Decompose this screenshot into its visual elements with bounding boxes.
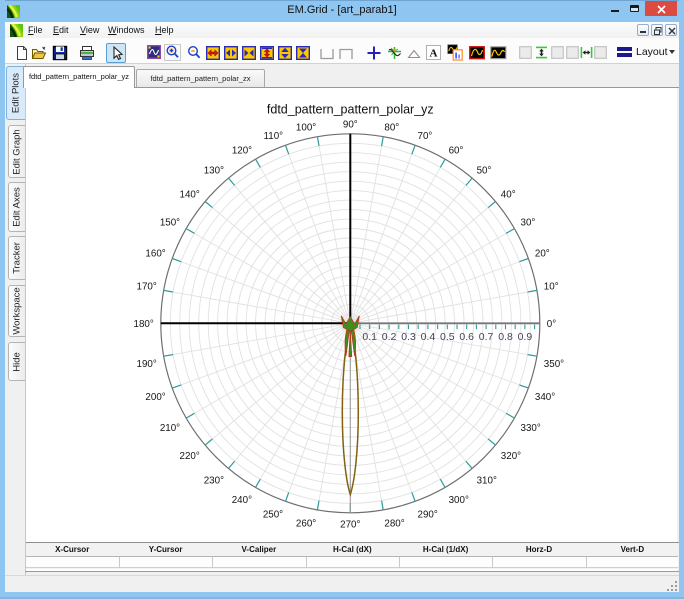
svg-text:160°: 160° bbox=[145, 249, 165, 260]
svg-text:250°: 250° bbox=[263, 509, 283, 520]
svg-text:0.2: 0.2 bbox=[382, 331, 397, 343]
svg-text:90°: 90° bbox=[343, 119, 358, 130]
svg-text:290°: 290° bbox=[418, 509, 438, 520]
svg-text:70°: 70° bbox=[418, 131, 433, 142]
svg-text:110°: 110° bbox=[264, 131, 284, 142]
svg-text:190°: 190° bbox=[137, 359, 157, 370]
svg-text:0°: 0° bbox=[547, 319, 556, 330]
svg-text:330°: 330° bbox=[521, 423, 541, 434]
svg-text:0.1: 0.1 bbox=[362, 331, 377, 343]
svg-text:350°: 350° bbox=[544, 359, 564, 370]
svg-text:200°: 200° bbox=[145, 392, 165, 403]
svg-text:80°: 80° bbox=[384, 122, 399, 133]
svg-text:0.6: 0.6 bbox=[459, 331, 474, 343]
svg-text:240°: 240° bbox=[232, 495, 252, 506]
svg-text:40°: 40° bbox=[501, 190, 516, 201]
svg-text:130°: 130° bbox=[204, 165, 224, 176]
svg-text:0.7: 0.7 bbox=[479, 331, 494, 343]
svg-text:300°: 300° bbox=[449, 495, 469, 506]
svg-text:20°: 20° bbox=[535, 249, 550, 260]
svg-text:310°: 310° bbox=[477, 475, 497, 486]
svg-text:340°: 340° bbox=[535, 392, 555, 403]
svg-text:0.5: 0.5 bbox=[440, 331, 455, 343]
svg-text:10°: 10° bbox=[544, 282, 559, 293]
svg-text:fdtd_pattern_pattern_polar_yz: fdtd_pattern_pattern_polar_yz bbox=[267, 103, 434, 117]
svg-text:170°: 170° bbox=[137, 282, 157, 293]
svg-text:260°: 260° bbox=[296, 518, 316, 529]
svg-text:140°: 140° bbox=[180, 190, 200, 201]
svg-text:220°: 220° bbox=[180, 451, 200, 462]
svg-text:280°: 280° bbox=[384, 518, 404, 529]
svg-text:30°: 30° bbox=[521, 218, 536, 229]
svg-text:150°: 150° bbox=[160, 218, 180, 229]
svg-text:180°: 180° bbox=[134, 319, 154, 330]
svg-text:120°: 120° bbox=[232, 146, 252, 157]
svg-text:0.3: 0.3 bbox=[401, 331, 416, 343]
svg-text:320°: 320° bbox=[501, 451, 521, 462]
svg-text:270°: 270° bbox=[340, 519, 360, 530]
svg-text:60°: 60° bbox=[449, 146, 464, 157]
svg-text:230°: 230° bbox=[204, 475, 224, 486]
svg-text:50°: 50° bbox=[477, 165, 492, 176]
svg-text:0.9: 0.9 bbox=[518, 331, 533, 343]
svg-text:100°: 100° bbox=[296, 122, 316, 133]
svg-text:210°: 210° bbox=[160, 423, 180, 434]
svg-text:0.8: 0.8 bbox=[498, 331, 513, 343]
svg-text:0.4: 0.4 bbox=[421, 331, 436, 343]
